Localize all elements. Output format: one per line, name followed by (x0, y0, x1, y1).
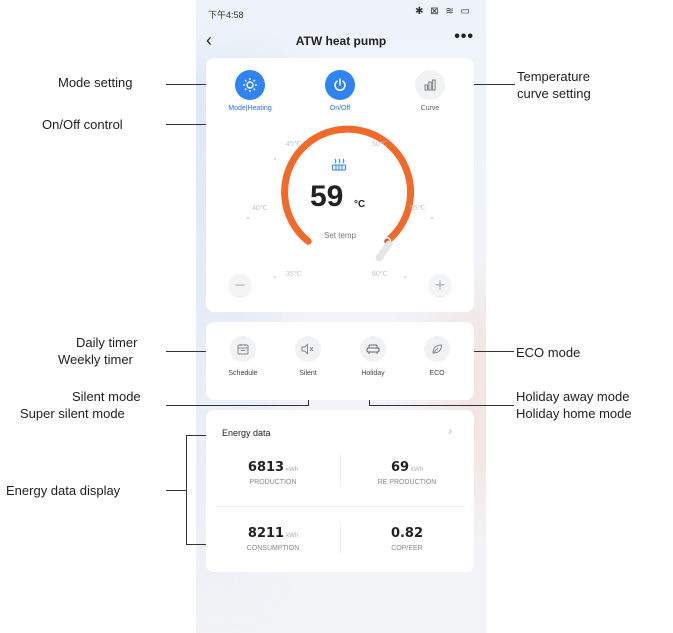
holiday-button[interactable]: Holiday (343, 336, 403, 377)
temperature-arc (281, 125, 415, 245)
sofa-icon (360, 336, 386, 362)
annotation-onoff: On/Off control (42, 117, 123, 132)
leaf-icon (424, 336, 450, 362)
annotation-energy-display: Energy data display (6, 483, 121, 498)
status-time: 下午4:58 (208, 10, 244, 20)
schedule-label: Schedule (228, 370, 258, 377)
cop-label: COP/EER (391, 545, 423, 552)
divider (216, 506, 464, 507)
holiday-label: Holiday (361, 370, 385, 377)
annotation-silent-mode: Silent mode (72, 389, 141, 404)
status-bar: 下午4:58 ✱ ⊠ ≋ ▭ (196, 0, 486, 28)
annotation-holiday-away: Holiday away mode (516, 389, 630, 404)
annotation-eco-mode: ECO mode (516, 345, 581, 360)
annotation-temp-curve-2: curve setting (517, 86, 591, 101)
more-options-icon[interactable]: ••• (454, 28, 474, 46)
leader-line (166, 405, 309, 406)
annotation-mode-setting: Mode setting (58, 75, 133, 90)
tick-35: 35℃ (286, 271, 302, 278)
increase-button[interactable]: + (428, 274, 452, 298)
tick-45: 45℃ (286, 141, 302, 148)
chevron-right-icon[interactable]: › (448, 424, 452, 438)
temperature-unit: °C (354, 199, 366, 210)
divider (340, 455, 341, 487)
calendar-icon (230, 336, 256, 362)
energy-title: Energy data (222, 428, 271, 438)
set-temp-caption: Set temp (323, 231, 356, 240)
speaker-mute-icon (295, 336, 321, 362)
annotation-daily-timer: Daily timer (76, 335, 138, 350)
annotation-super-silent: Super silent mode (20, 406, 125, 421)
tick-50: 50℃ (372, 141, 388, 148)
heating-icon (331, 158, 347, 171)
decrease-button[interactable]: − (228, 274, 252, 298)
leader-line (166, 490, 186, 491)
leader-line (186, 435, 187, 545)
production-unit: kWh (286, 467, 299, 473)
energy-card[interactable]: Energy data › 6813 kWh PRODUCTION 69 kWh R… (206, 410, 474, 572)
control-card: Mode|Heating On/Off Curve 35℃ 40℃ 45℃ 50… (206, 58, 474, 312)
consumption-value: 8211 (247, 526, 285, 541)
silent-label: Silent (299, 370, 317, 377)
status-icons: ✱ ⊠ ≋ ▭ (415, 6, 472, 17)
tick-55: 55℃ (410, 205, 426, 212)
production-cell: 6813 kWh PRODUCTION (206, 458, 340, 486)
annotation-weekly-timer: Weekly timer (58, 352, 133, 367)
eco-label: ECO (429, 370, 445, 377)
annotation-holiday-home: Holiday home mode (516, 406, 632, 421)
re-production-cell: 69 kWh RE PRODUCTION (340, 458, 474, 486)
consumption-label: CONSUMPTION (246, 545, 300, 552)
re-production-value: 69 (390, 460, 410, 475)
re-production-label: RE PRODUCTION (377, 479, 437, 486)
annotation-temp-curve-1: Temperature (517, 69, 590, 84)
schedule-button[interactable]: Schedule (213, 336, 273, 377)
cop-value: 0.82 (390, 526, 424, 541)
phone-screen: 下午4:58 ✱ ⊠ ≋ ▭ ‹ ATW heat pump ••• Mode|… (196, 0, 486, 633)
consumption-unit: kWh (286, 533, 299, 539)
tick-60: 60℃ (372, 271, 388, 278)
re-production-unit: kWh (411, 467, 424, 473)
consumption-cell: 8211 kWh CONSUMPTION (206, 524, 340, 552)
leader-line (370, 405, 514, 406)
silent-button[interactable]: Silent (278, 336, 338, 377)
nav-bar: ‹ ATW heat pump ••• (196, 28, 486, 56)
production-label: PRODUCTION (249, 479, 297, 486)
page-title: ATW heat pump (295, 34, 387, 48)
divider (340, 522, 341, 554)
mode-card: Schedule Silent Holiday ECO (206, 322, 474, 400)
eco-button[interactable]: ECO (407, 336, 467, 377)
cop-cell: 0.82 COP/EER (340, 524, 474, 552)
tick-40: 40℃ (252, 205, 268, 212)
set-temperature-value: 59 (310, 180, 344, 213)
production-value: 6813 (247, 460, 285, 475)
